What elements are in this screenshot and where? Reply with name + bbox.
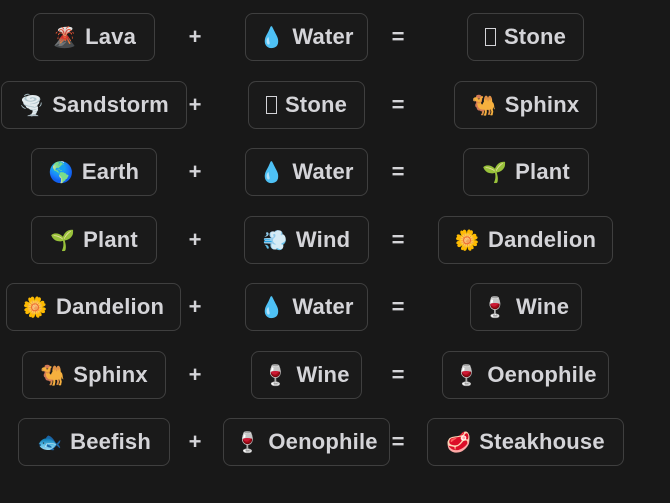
recipe-row: 🌼 Dandelion + 💧 Water = 🍷 Wine (0, 283, 670, 333)
missing-glyph-icon (484, 28, 496, 46)
element-emoji-icon: 🐟 (37, 430, 63, 454)
plus-sign: + (188, 227, 202, 252)
plus-sign: + (188, 24, 202, 49)
element-label: Dandelion (487, 227, 597, 252)
element-emoji-icon: 🌋 (51, 25, 78, 49)
element-chip-a[interactable]: 🐫 Sphinx (22, 351, 166, 399)
element-emoji-icon: 🍷 (454, 363, 480, 387)
equals-sign: = (391, 24, 405, 49)
element-chip-b[interactable]: Stone (248, 81, 365, 129)
recipe-row: 🐫 Sphinx + 🍷 Wine = 🍷 Oenophile (0, 351, 670, 401)
equals-sign: = (391, 429, 405, 454)
element-emoji-icon: 💧 (259, 295, 285, 319)
equals-sign: = (391, 294, 405, 319)
element-label: Sphinx (504, 92, 580, 117)
element-label: Earth (81, 159, 140, 184)
recipe-row: 🐟 Beefish + 🍷 Oenophile = 🥩 Steakhouse (0, 418, 670, 468)
element-emoji-icon: 💨 (262, 228, 288, 252)
recipe-row: 🌋 Lava + 💧 Water = Stone (0, 13, 670, 63)
element-emoji-icon: 🐫 (471, 93, 497, 117)
element-label: Oenophile (487, 362, 597, 387)
element-label: Wine (515, 294, 570, 319)
element-chip-b[interactable]: 🍷 Oenophile (223, 418, 390, 466)
plus-sign: + (188, 159, 202, 184)
element-chip-result[interactable]: 🌱 Plant (463, 148, 589, 196)
element-emoji-icon: 💧 (259, 160, 285, 184)
element-emoji-icon: 🌼 (22, 295, 48, 319)
plus-sign: + (188, 429, 202, 454)
element-chip-a[interactable]: 🌼 Dandelion (6, 283, 181, 331)
element-chip-b[interactable]: 💧 Water (245, 148, 368, 196)
element-emoji-icon: 🐫 (40, 363, 66, 387)
plus-sign: + (188, 92, 202, 117)
element-emoji-icon: 🌼 (454, 228, 480, 252)
element-label: Water (292, 159, 354, 184)
equals-sign: = (391, 362, 405, 387)
recipe-row: 🌪️ Sandstorm + Stone = 🐫 Sphinx (0, 81, 670, 131)
element-label: Oenophile (268, 429, 378, 454)
recipe-row: 🌱 Plant + 💨 Wind = 🌼 Dandelion (0, 216, 670, 266)
element-chip-a[interactable]: 🐟 Beefish (18, 418, 170, 466)
missing-glyph-icon (265, 96, 277, 114)
element-label: Plant (83, 227, 138, 252)
element-chip-b[interactable]: 💧 Water (245, 13, 368, 61)
element-chip-result[interactable]: 🌼 Dandelion (438, 216, 613, 264)
element-chip-result[interactable]: 🥩 Steakhouse (427, 418, 624, 466)
element-chip-b[interactable]: 💨 Wind (244, 216, 369, 264)
element-emoji-icon: 🍷 (482, 295, 508, 319)
element-emoji-icon: 💧 (259, 25, 285, 49)
element-label: Wine (296, 362, 350, 387)
element-label: Sandstorm (52, 92, 169, 117)
element-label: Beefish (70, 429, 151, 454)
element-chip-result[interactable]: 🍷 Wine (470, 283, 582, 331)
element-chip-a[interactable]: 🌎 Earth (31, 148, 157, 196)
element-label: Lava (85, 24, 137, 49)
element-chip-result[interactable]: 🍷 Oenophile (442, 351, 609, 399)
equals-sign: = (391, 159, 405, 184)
element-label: Wind (295, 227, 351, 252)
element-label: Sphinx (73, 362, 148, 387)
equals-sign: = (391, 92, 405, 117)
element-label: Dandelion (55, 294, 165, 319)
recipe-row: 🌎 Earth + 💧 Water = 🌱 Plant (0, 148, 670, 198)
element-label: Stone (284, 92, 348, 117)
element-label: Stone (503, 24, 567, 49)
element-chip-a[interactable]: 🌱 Plant (31, 216, 157, 264)
element-chip-result[interactable]: Stone (467, 13, 584, 61)
element-emoji-icon: 🌎 (48, 160, 74, 184)
element-chip-b[interactable]: 🍷 Wine (251, 351, 362, 399)
element-emoji-icon: 🥩 (446, 430, 472, 454)
element-label: Plant (515, 159, 570, 184)
element-emoji-icon: 🍷 (263, 363, 289, 387)
element-chip-b[interactable]: 💧 Water (245, 283, 368, 331)
element-emoji-icon: 🌱 (482, 160, 508, 184)
element-label: Water (292, 294, 354, 319)
element-chip-a[interactable]: 🌋 Lava (33, 13, 155, 61)
plus-sign: + (188, 294, 202, 319)
element-emoji-icon: 🌪️ (19, 93, 45, 117)
element-emoji-icon: 🌱 (50, 228, 76, 252)
element-label: Steakhouse (479, 429, 605, 454)
plus-sign: + (188, 362, 202, 387)
element-chip-result[interactable]: 🐫 Sphinx (454, 81, 597, 129)
element-chip-a[interactable]: 🌪️ Sandstorm (1, 81, 187, 129)
element-emoji-icon: 🍷 (235, 430, 261, 454)
element-label: Water (292, 24, 354, 49)
equals-sign: = (391, 227, 405, 252)
